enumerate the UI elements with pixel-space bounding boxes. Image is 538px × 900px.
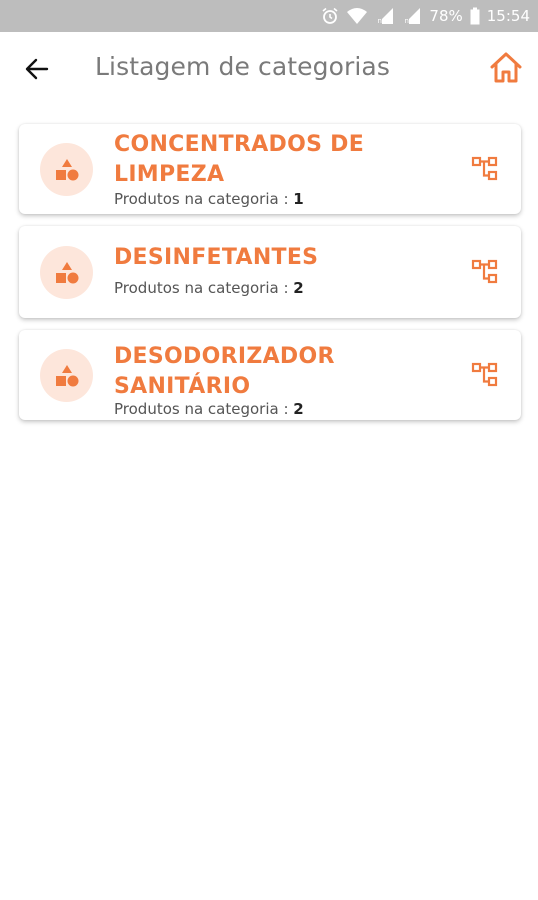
shapes-icon [40,143,93,196]
subcategory-button[interactable] [471,155,499,183]
category-name: CONCENTRADOS DE LIMPEZA [114,132,365,187]
category-name: DESINFETANTES [114,245,319,270]
category-count: Produtos na categoria : 1 [114,190,304,208]
subcategory-tree-icon [471,259,498,284]
subcategory-tree-icon [471,156,498,181]
signal-icon: n [404,8,421,25]
home-icon [490,52,522,83]
category-count-value: 2 [293,279,304,297]
subcategory-button[interactable] [471,361,499,389]
wifi-icon [347,8,368,24]
svg-text:n: n [405,17,409,25]
shapes-icon [40,349,93,402]
category-count: Produtos na categoria : 2 [114,279,304,297]
battery-percent: 78% [429,7,463,25]
alarm-icon [322,7,338,24]
app-bar: Listagem de categorias [0,32,538,104]
home-button[interactable] [488,50,524,86]
category-name: DESODORIZADOR SANITÁRIO [114,344,335,399]
category-card[interactable]: DESODORIZADOR SANITÁRIO Produtos na cate… [19,330,521,420]
page-title: Listagem de categorias [95,52,390,81]
arrow-left-icon [25,58,49,80]
category-list: CONCENTRADOS DE LIMPEZA Produtos na cate… [19,124,521,432]
category-count: Produtos na categoria : 2 [114,400,304,418]
battery-icon [470,7,480,25]
back-button[interactable] [22,54,52,84]
category-card[interactable]: DESINFETANTES Produtos na categoria : 2 [19,226,521,318]
svg-text:n: n [378,17,382,25]
signal-icon: n [377,8,394,25]
subcategory-button[interactable] [471,258,499,286]
category-card[interactable]: CONCENTRADOS DE LIMPEZA Produtos na cate… [19,124,521,214]
category-count-value: 2 [293,400,304,418]
shapes-icon [40,246,93,299]
subcategory-tree-icon [471,362,498,387]
category-count-value: 1 [293,190,304,208]
status-bar: n n 78% 15:54 [0,0,538,32]
status-time: 15:54 [486,7,530,25]
